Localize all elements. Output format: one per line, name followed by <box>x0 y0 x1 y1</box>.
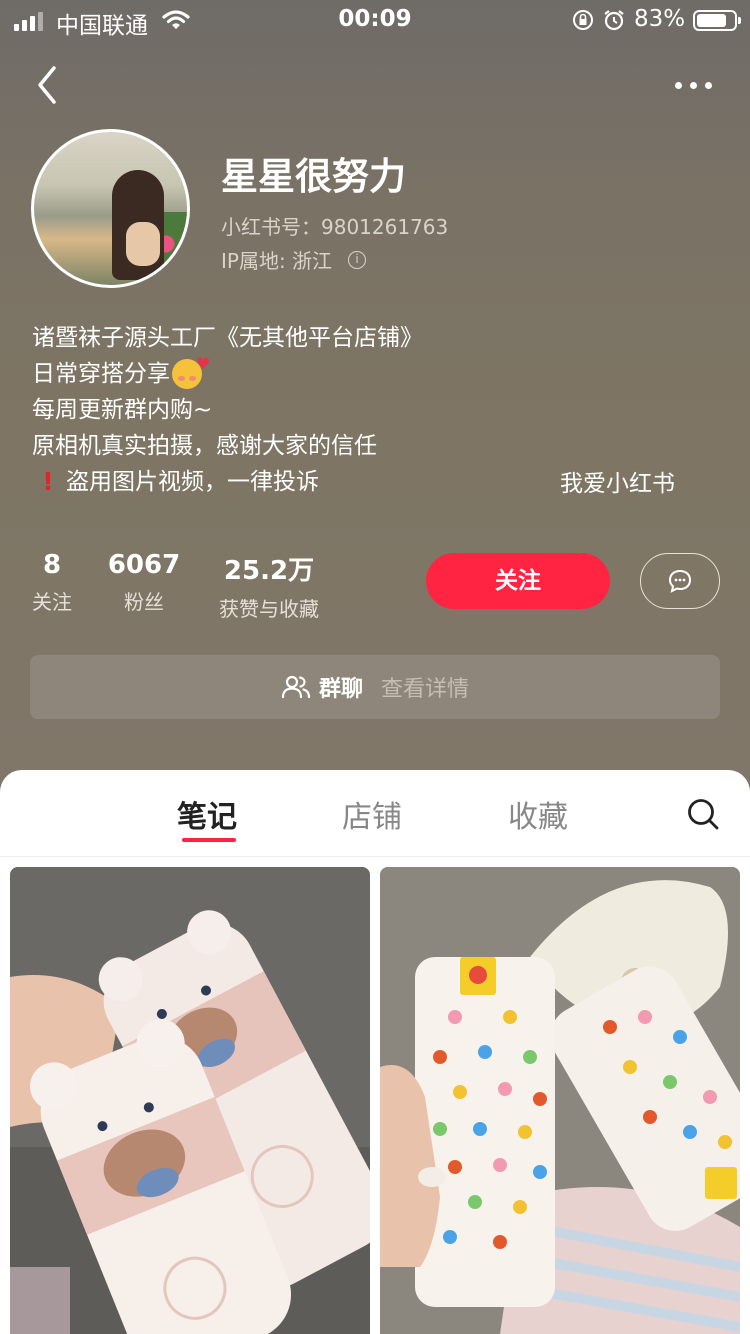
stat-number: 25.2万 <box>223 556 315 586</box>
divider <box>0 856 750 857</box>
exclamation-icon: ! <box>42 467 54 496</box>
rotation-lock-icon <box>573 10 593 30</box>
group-icon <box>281 675 311 699</box>
ip-location: IP属地: 浙江 i <box>221 245 367 274</box>
more-button[interactable] <box>668 70 718 100</box>
alarm-icon <box>604 10 624 31</box>
note-card-bear-socks[interactable] <box>10 867 370 1334</box>
battery-icon <box>693 10 741 31</box>
follow-button[interactable]: 关注 <box>426 553 610 609</box>
bio-tag: 我爱小红书 <box>560 471 675 497</box>
message-button[interactable] <box>640 553 720 609</box>
bio-line: 原相机真实拍摄，感谢大家的信任 <box>32 433 377 459</box>
tab-favorites[interactable]: 收藏 <box>508 792 568 836</box>
red-id[interactable]: 小红书号：9801261763 <box>221 211 448 240</box>
back-button[interactable] <box>30 62 70 108</box>
group-chat-bar[interactable]: 群聊 查看详情 <box>30 655 720 719</box>
bio-line-text: 盗用图片视频，一律投诉 <box>66 469 319 495</box>
ip-location-text: IP属地: 浙江 <box>221 249 333 273</box>
tab-shop[interactable]: 店铺 <box>342 792 402 836</box>
info-icon[interactable]: i <box>348 250 367 269</box>
bear-socks-photo <box>10 867 370 1334</box>
active-tab-indicator <box>182 838 236 842</box>
group-chat-title: 群聊 <box>318 677 363 702</box>
stat-number: 6067 <box>107 550 181 580</box>
stat-likes[interactable]: 25.2万 获赞与收藏 <box>210 550 328 622</box>
bio-line: 每周更新群内购~ <box>32 397 213 423</box>
search-icon[interactable] <box>684 795 722 833</box>
group-chat-detail: 查看详情 <box>381 677 470 702</box>
profile-name: 星星很努力 <box>221 155 406 198</box>
chat-icon <box>668 569 692 593</box>
stat-label: 关注 <box>32 590 72 614</box>
bio-line: 诸暨袜子源头工厂《无其他平台店铺》 <box>32 325 423 351</box>
heart-icon: ♥ <box>196 354 211 373</box>
tab-notes[interactable]: 笔记 <box>177 792 237 836</box>
avatar[interactable] <box>31 129 190 288</box>
dot-socks-photo <box>380 867 740 1334</box>
stat-label: 粉丝 <box>124 590 164 614</box>
stat-label: 获赞与收藏 <box>219 597 319 621</box>
stat-following[interactable]: 8 关注 <box>30 550 74 615</box>
bio-line: 日常穿搭分享 ♥ <box>32 354 722 392</box>
bio-line-text: 日常穿搭分享 <box>32 361 170 387</box>
note-card-dot-socks[interactable] <box>380 867 740 1334</box>
battery-percent: 83% <box>634 6 686 32</box>
status-bar: 中国联通 00:09 83% <box>0 0 750 40</box>
stat-followers[interactable]: 6067 粉丝 <box>104 550 184 615</box>
stat-number: 8 <box>42 550 62 580</box>
